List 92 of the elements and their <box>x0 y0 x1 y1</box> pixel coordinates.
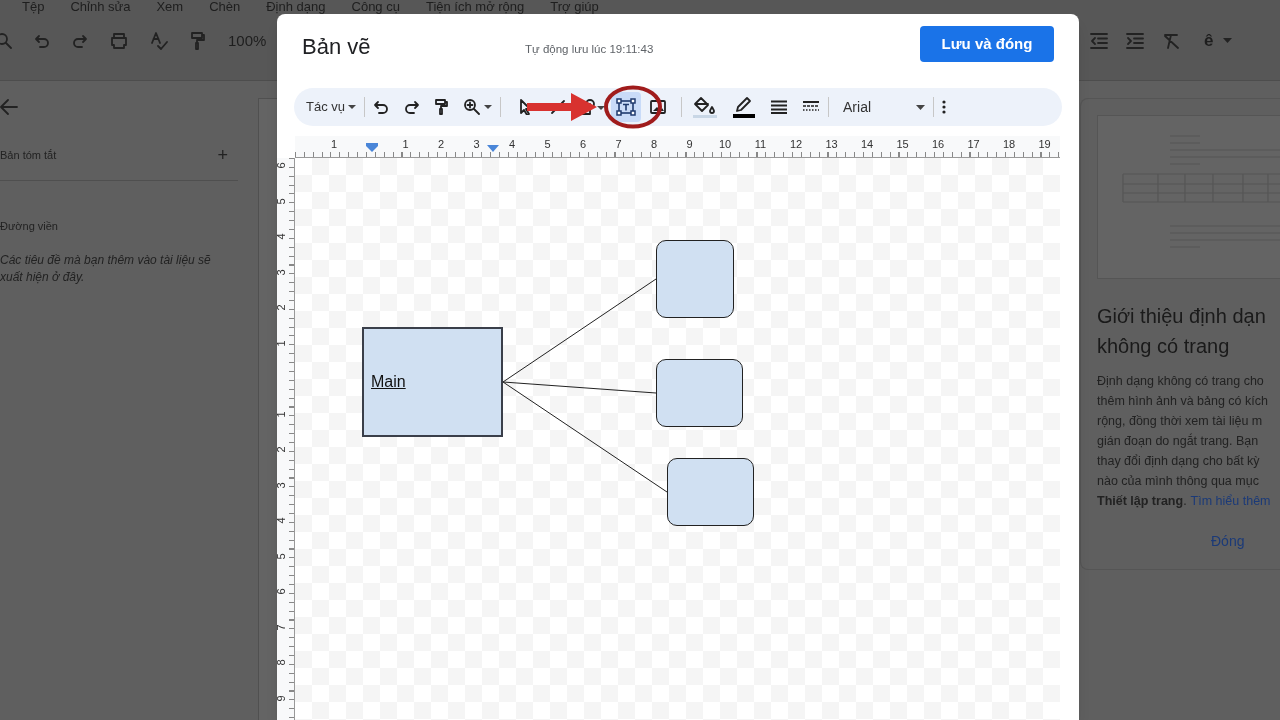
border-dash-icon[interactable] <box>802 100 820 114</box>
ruler-label: 8 <box>275 659 287 666</box>
ruler-label: 9 <box>686 137 693 152</box>
rounded-rectangle-shape[interactable] <box>656 240 734 318</box>
ruler-label: 1 <box>330 137 338 152</box>
connector-line[interactable] <box>502 381 657 394</box>
summary-label: Bản tóm tắt <box>0 147 57 163</box>
ruler-label: 6 <box>579 137 587 152</box>
promo-text: nào của mình thông qua mục <box>1097 473 1260 490</box>
cursor-icon <box>520 99 532 115</box>
ruler-label: 15 <box>896 137 909 152</box>
menu-item[interactable]: Xem <box>156 0 184 13</box>
annotation-circle <box>603 85 663 129</box>
menu-item[interactable]: Công cụ <box>351 0 400 13</box>
ruler-label: 11 <box>754 137 767 152</box>
ruler-label: 18 <box>1002 137 1016 152</box>
rounded-rectangle-shape[interactable] <box>667 458 754 526</box>
autosave-status: Tự động lưu lúc 19:11:43 <box>525 41 654 57</box>
ruler-label: 17 <box>967 137 980 152</box>
border-color-icon[interactable] <box>732 96 756 118</box>
more-options-icon[interactable] <box>942 100 946 114</box>
ruler-label: 2 <box>275 446 287 453</box>
menu-item[interactable]: Định dạng <box>266 0 326 13</box>
ruler-label: 2 <box>275 304 287 311</box>
ruler-label: 5 <box>275 197 287 205</box>
promo-text: Thiết lập trang. <box>1097 493 1187 510</box>
add-summary-button[interactable]: + <box>217 146 228 164</box>
ruler-label: 14 <box>860 137 874 152</box>
learn-more-link[interactable]: Tìm hiểu thêm <box>1190 491 1271 511</box>
ruler-label: 5 <box>544 137 551 152</box>
ruler-label: 8 <box>650 137 658 152</box>
text-box-icon <box>616 98 636 116</box>
fill-color-icon[interactable] <box>692 96 718 118</box>
ruler-label: 4 <box>275 233 287 240</box>
ruler-label: 1 <box>275 410 287 418</box>
font-dropdown[interactable]: Arial <box>837 96 925 118</box>
close-button[interactable]: Đóng <box>1211 533 1245 549</box>
ruler-label: 12 <box>789 137 803 152</box>
caret-icon <box>1223 38 1233 44</box>
image-icon <box>650 100 666 114</box>
paint-format-icon[interactable] <box>435 99 449 115</box>
actions-menu[interactable]: Tác vụ <box>306 97 356 117</box>
ruler-label: 6 <box>275 162 287 169</box>
menu-item[interactable]: Trợ giúp <box>550 0 599 13</box>
ruler-label: 3 <box>275 268 287 276</box>
menu-item[interactable]: Chỉnh sửa <box>70 0 131 13</box>
ruler-label: 16 <box>931 137 945 152</box>
rounded-rectangle-shape[interactable] <box>656 359 743 427</box>
zoom-in-icon <box>464 99 480 115</box>
promo-title: Giới thiệu định dạn <box>1097 304 1267 329</box>
ruler-label: 19 <box>1038 137 1051 152</box>
redo-icon[interactable] <box>404 100 420 114</box>
spellcheck-icon[interactable] <box>150 32 168 50</box>
promo-text: thay đổi định dạng cho bất kỳ <box>1097 453 1261 470</box>
promo-title: không có trang <box>1097 334 1231 359</box>
ruler-label: 7 <box>615 137 622 152</box>
ruler-label: 3 <box>275 481 287 489</box>
promo-text: thêm hình ảnh và bảng có kích <box>1097 393 1269 410</box>
zoom-button[interactable] <box>464 99 492 115</box>
caret-icon <box>348 105 356 109</box>
input-tools-dropdown[interactable]: ê <box>1204 28 1233 54</box>
outline-label: Đường viền <box>0 219 59 234</box>
ruler-label: 6 <box>275 588 287 595</box>
ruler-label: 2 <box>437 137 445 152</box>
menu-item[interactable]: Tệp <box>22 0 45 13</box>
ruler-label: 4 <box>275 517 287 524</box>
ruler-label: 1 <box>402 137 409 152</box>
caret-icon <box>916 104 925 110</box>
ruler-label: 10 <box>718 137 732 152</box>
ruler-label: 4 <box>508 137 516 152</box>
right-indent-marker[interactable] <box>487 145 499 152</box>
promo-text: rộng, đồng thời xem tài liệu m <box>1097 413 1264 430</box>
outline-hint: Các tiêu đề mà bạn thêm vào tài liệu sẽ xuất hiện ở đây. <box>0 251 212 286</box>
ruler-label: 13 <box>825 137 838 152</box>
caret-icon <box>484 105 492 109</box>
ruler-label: 9 <box>275 694 287 702</box>
text-box-tool[interactable] <box>611 92 641 122</box>
promo-text: gián đoạn do ngắt trang. Bạn <box>1097 432 1260 450</box>
undo-icon[interactable] <box>373 100 389 114</box>
ruler-label: 1 <box>275 339 287 347</box>
menu-item[interactable]: Chèn <box>209 0 241 13</box>
border-weight-icon[interactable] <box>770 100 788 114</box>
dialog-title: Bản vẽ <box>302 32 372 61</box>
ruler-label: 3 <box>473 137 480 152</box>
ruler-label: 7 <box>275 623 287 631</box>
back-arrow-icon[interactable] <box>0 98 18 116</box>
rectangle-shape[interactable]: Main <box>362 327 503 437</box>
ruler-label: 5 <box>275 552 287 560</box>
save-and-close-button[interactable]: Lưu và đóng <box>920 26 1054 62</box>
promo-text: Định dạng không có trang cho <box>1097 373 1265 390</box>
left-indent-marker[interactable] <box>366 143 378 152</box>
shape-text: Main <box>371 372 406 392</box>
